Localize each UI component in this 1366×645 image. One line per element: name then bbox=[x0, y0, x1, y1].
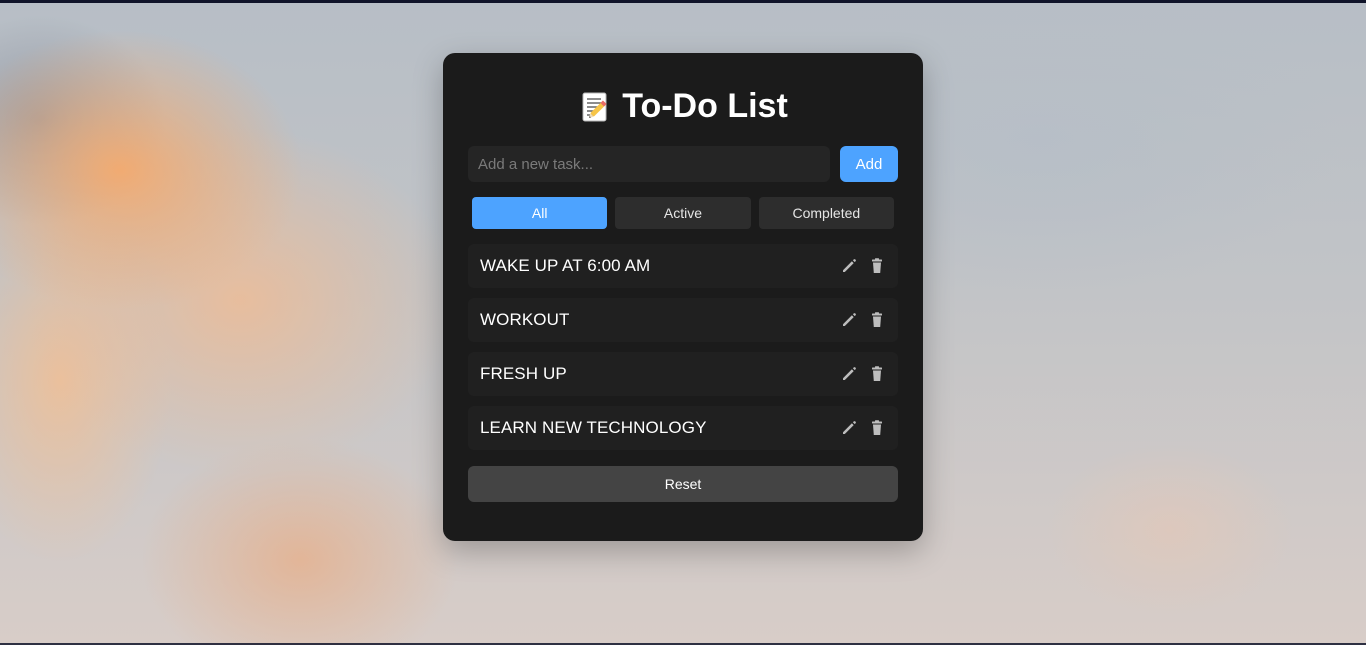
task-text: LEARN NEW TECHNOLOGY bbox=[480, 418, 707, 437]
task-text: FRESH UP bbox=[480, 364, 567, 383]
pencil-icon[interactable] bbox=[840, 419, 858, 437]
add-task-row: Add bbox=[468, 146, 898, 182]
task-list: WAKE UP AT 6:00 AM WORKOUT FRESH UP LEAR… bbox=[468, 244, 898, 450]
filter-tabs: All Active Completed bbox=[468, 197, 898, 229]
trash-icon[interactable] bbox=[868, 365, 886, 383]
pencil-icon[interactable] bbox=[840, 311, 858, 329]
todo-card: To-Do List Add All Active Completed WAKE… bbox=[443, 53, 923, 541]
page-title-text: To-Do List bbox=[622, 87, 788, 125]
memo-icon bbox=[578, 90, 612, 124]
task-actions bbox=[840, 257, 886, 275]
task-item: WORKOUT bbox=[468, 298, 898, 342]
reset-button[interactable]: Reset bbox=[468, 466, 898, 502]
pencil-icon[interactable] bbox=[840, 257, 858, 275]
task-item: FRESH UP bbox=[468, 352, 898, 396]
trash-icon[interactable] bbox=[868, 419, 886, 437]
task-item: WAKE UP AT 6:00 AM bbox=[468, 244, 898, 288]
task-input[interactable] bbox=[468, 146, 830, 182]
top-window-edge bbox=[0, 0, 1366, 3]
trash-icon[interactable] bbox=[868, 311, 886, 329]
task-actions bbox=[840, 365, 886, 383]
filter-all-button[interactable]: All bbox=[472, 197, 608, 229]
trash-icon[interactable] bbox=[868, 257, 886, 275]
task-actions bbox=[840, 311, 886, 329]
add-button[interactable]: Add bbox=[840, 146, 898, 182]
task-text: WORKOUT bbox=[480, 310, 570, 329]
task-item: LEARN NEW TECHNOLOGY bbox=[468, 406, 898, 450]
page-title: To-Do List bbox=[468, 88, 898, 125]
task-text: WAKE UP AT 6:00 AM bbox=[480, 256, 651, 275]
pencil-icon[interactable] bbox=[840, 365, 858, 383]
filter-completed-button[interactable]: Completed bbox=[758, 197, 894, 229]
task-actions bbox=[840, 419, 886, 437]
filter-active-button[interactable]: Active bbox=[615, 197, 751, 229]
